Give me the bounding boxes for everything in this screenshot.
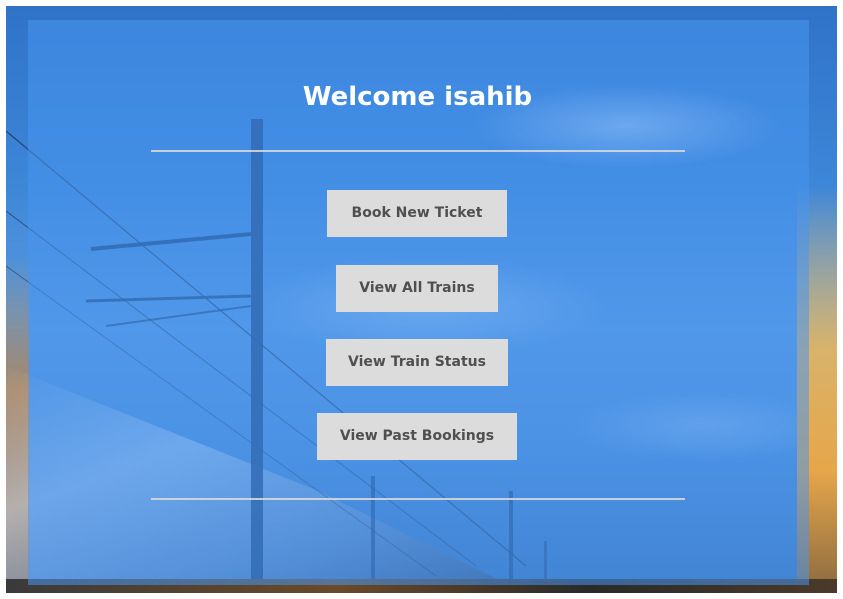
- view-train-status-button[interactable]: View Train Status: [326, 339, 508, 386]
- book-new-ticket-button[interactable]: Book New Ticket: [327, 190, 507, 237]
- view-all-trains-button[interactable]: View All Trains: [336, 265, 498, 312]
- view-past-bookings-button[interactable]: View Past Bookings: [317, 413, 517, 460]
- welcome-title: Welcome isahib: [302, 82, 533, 112]
- divider-top: [151, 150, 685, 152]
- divider-bottom: [151, 498, 685, 500]
